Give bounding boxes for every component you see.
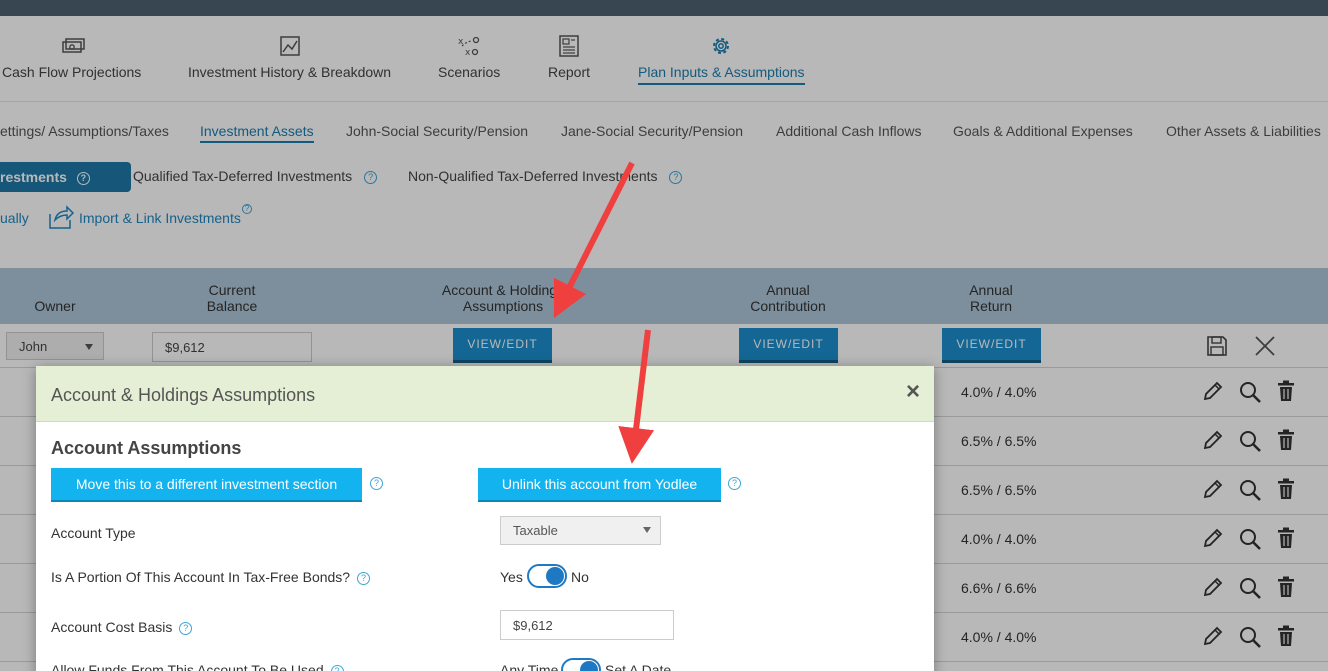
annotation-arrows — [553, 161, 655, 464]
arrow-to-view-edit — [553, 161, 635, 319]
arrow-to-unlink — [618, 329, 655, 464]
